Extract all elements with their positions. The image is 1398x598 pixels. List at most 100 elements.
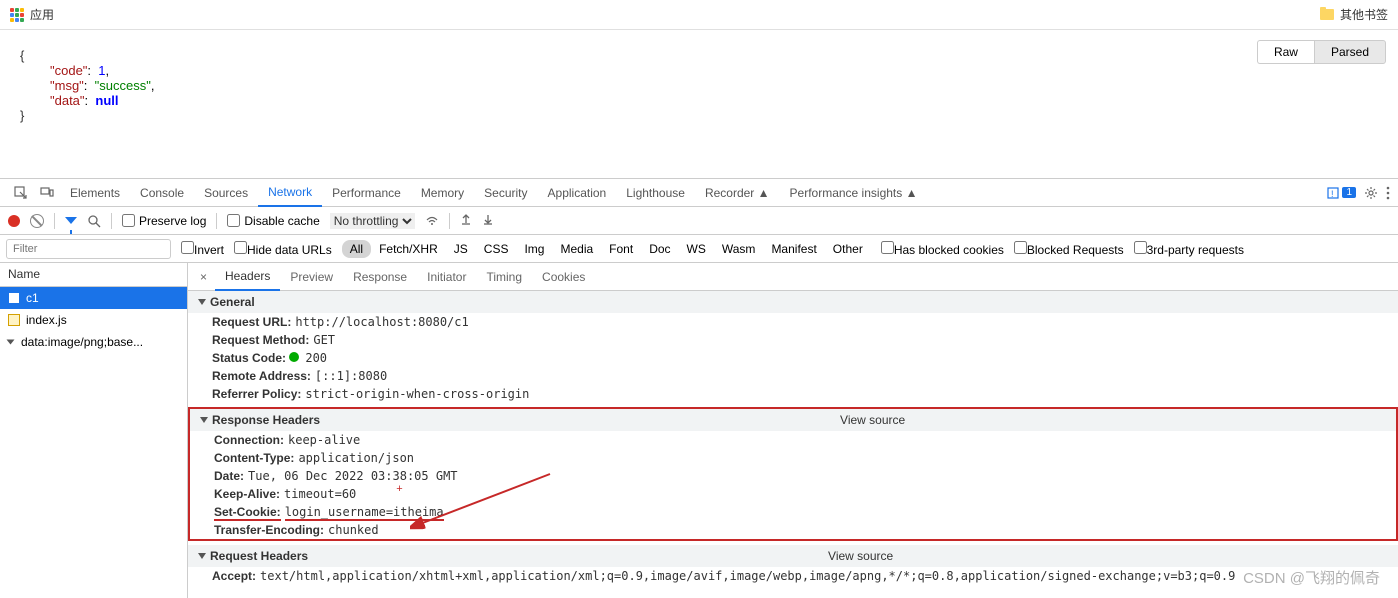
response-headers-annotation: Response HeadersView source Connection:k… <box>188 407 1398 541</box>
close-icon[interactable]: × <box>192 270 215 284</box>
date-value: Tue, 06 Dec 2022 03:38:05 GMT <box>248 469 458 483</box>
filter-icon[interactable] <box>65 217 77 224</box>
invert-checkbox[interactable]: Invert <box>181 241 224 257</box>
content-type-value: application/json <box>298 451 414 465</box>
issues-icon[interactable]: !1 <box>1326 186 1356 200</box>
remote-address-label: Remote Address: <box>212 369 311 383</box>
hide-data-urls-checkbox[interactable]: Hide data URLs <box>234 241 332 257</box>
view-source-link[interactable]: View source <box>840 413 935 427</box>
gear-icon[interactable] <box>1364 186 1378 200</box>
section-general[interactable]: General <box>188 291 1398 313</box>
js-file-icon <box>8 314 20 326</box>
detail-tab-headers[interactable]: Headers <box>215 263 280 291</box>
upload-icon[interactable] <box>460 213 472 228</box>
menu-icon[interactable] <box>1386 186 1390 200</box>
tab-sources[interactable]: Sources <box>194 179 258 207</box>
folder-icon <box>1320 9 1334 20</box>
tab-memory[interactable]: Memory <box>411 179 474 207</box>
search-icon[interactable] <box>87 214 101 228</box>
tab-recorder[interactable]: Recorder ▲ <box>695 179 780 207</box>
detail-tab-initiator[interactable]: Initiator <box>417 263 476 291</box>
date-label: Date: <box>214 469 244 483</box>
blocked-cookies-checkbox[interactable]: Has blocked cookies <box>881 241 1004 257</box>
device-icon[interactable] <box>34 182 60 204</box>
svg-text:!: ! <box>1331 189 1334 199</box>
request-row-indexjs[interactable]: index.js <box>0 309 187 331</box>
throttling-select[interactable]: No throttling <box>330 213 415 229</box>
tab-perf-insights[interactable]: Performance insights ▲ <box>780 179 928 207</box>
filter-input[interactable] <box>6 239 171 259</box>
filter-type-other[interactable]: Other <box>825 240 871 258</box>
json-val-code: 1 <box>98 63 105 78</box>
filter-type-css[interactable]: CSS <box>476 240 517 258</box>
disable-cache-checkbox[interactable]: Disable cache <box>227 214 319 228</box>
detail-tab-cookies[interactable]: Cookies <box>532 263 595 291</box>
blocked-requests-checkbox[interactable]: Blocked Requests <box>1014 241 1124 257</box>
raw-button[interactable]: Raw <box>1257 40 1314 64</box>
json-key-data: "data" <box>50 93 85 108</box>
watermark: CSDN @飞翔的佩奇 <box>1243 567 1380 588</box>
tab-performance[interactable]: Performance <box>322 179 411 207</box>
request-row-c1[interactable]: c1 <box>0 287 187 309</box>
page-content: Raw Parsed { "code": 1, "msg": "success"… <box>0 30 1398 178</box>
request-method-label: Request Method: <box>212 333 309 347</box>
filter-type-js[interactable]: JS <box>446 240 476 258</box>
preserve-log-checkbox[interactable]: Preserve log <box>122 214 206 228</box>
devtools-panel: Elements Console Sources Network Perform… <box>0 178 1398 598</box>
filter-type-ws[interactable]: WS <box>679 240 714 258</box>
tab-elements[interactable]: Elements <box>60 179 130 207</box>
name-column-header[interactable]: Name <box>0 263 187 287</box>
detail-tab-timing[interactable]: Timing <box>476 263 532 291</box>
filter-type-wasm[interactable]: Wasm <box>714 240 764 258</box>
download-icon[interactable] <box>482 213 494 228</box>
json-key-msg: "msg" <box>50 78 84 93</box>
request-row-dataimage[interactable]: data:image/png;base... <box>0 331 187 353</box>
keep-alive-label: Keep-Alive: <box>214 487 280 501</box>
tab-console[interactable]: Console <box>130 179 194 207</box>
filter-type-manifest[interactable]: Manifest <box>763 240 824 258</box>
inspect-icon[interactable] <box>8 182 34 204</box>
devtools-tabs: Elements Console Sources Network Perform… <box>0 179 1398 207</box>
accept-label: Accept: <box>212 569 256 583</box>
tab-security[interactable]: Security <box>474 179 537 207</box>
filter-type-all[interactable]: All <box>342 240 371 258</box>
request-list: Name c1 index.js data:image/png;base... <box>0 263 188 598</box>
filter-type-fetchxhr[interactable]: Fetch/XHR <box>371 240 446 258</box>
request-url-label: Request URL: <box>212 315 291 329</box>
detail-tab-response[interactable]: Response <box>343 263 417 291</box>
view-source-link-req[interactable]: View source <box>828 549 923 563</box>
detail-tab-preview[interactable]: Preview <box>280 263 343 291</box>
tab-network[interactable]: Network <box>258 179 322 207</box>
tab-application[interactable]: Application <box>538 179 617 207</box>
json-key-code: "code" <box>50 63 87 78</box>
filter-type-media[interactable]: Media <box>552 240 601 258</box>
clear-icon[interactable] <box>30 214 44 228</box>
record-icon[interactable] <box>8 215 20 227</box>
request-url-value: http://localhost:8080/c1 <box>295 315 468 329</box>
expand-icon <box>7 340 15 345</box>
bookmarks-left: 应用 <box>10 6 54 23</box>
set-cookie-value: login_username=itheima <box>285 505 444 521</box>
section-request-headers[interactable]: Request HeadersView source <box>188 545 1398 567</box>
status-dot-icon <box>289 352 299 362</box>
other-bookmarks-label[interactable]: 其他书签 <box>1340 6 1388 23</box>
filter-type-font[interactable]: Font <box>601 240 641 258</box>
document-icon <box>8 292 20 304</box>
filter-type-doc[interactable]: Doc <box>641 240 678 258</box>
filter-type-img[interactable]: Img <box>516 240 552 258</box>
apps-label[interactable]: 应用 <box>30 6 54 23</box>
status-code-value: 200 <box>305 351 327 365</box>
parsed-button[interactable]: Parsed <box>1314 40 1386 64</box>
transfer-encoding-value: chunked <box>328 523 379 537</box>
apps-icon[interactable] <box>10 8 24 22</box>
set-cookie-label: Set-Cookie: <box>214 505 281 521</box>
third-party-checkbox[interactable]: 3rd-party requests <box>1134 241 1244 257</box>
section-response-headers[interactable]: Response HeadersView source <box>190 409 1396 431</box>
wifi-icon[interactable] <box>425 212 439 229</box>
content-type-label: Content-Type: <box>214 451 294 465</box>
accept-value: text/html,application/xhtml+xml,applicat… <box>260 569 1235 583</box>
tab-lighthouse[interactable]: Lighthouse <box>616 179 695 207</box>
bookmarks-bar: 应用 其他书签 <box>0 0 1398 30</box>
request-method-value: GET <box>313 333 335 347</box>
referrer-policy-label: Referrer Policy: <box>212 387 301 401</box>
